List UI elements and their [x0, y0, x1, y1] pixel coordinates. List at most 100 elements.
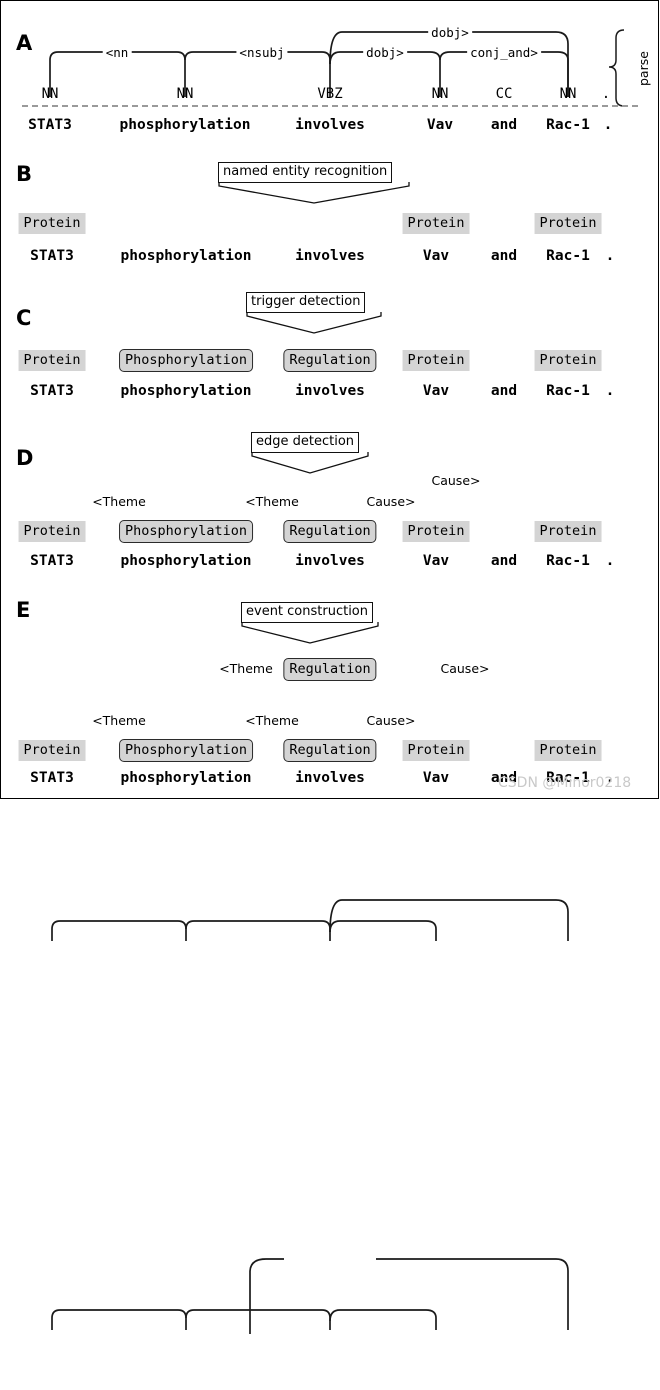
word-token: . [603, 117, 613, 133]
pos-tag: NN [41, 86, 59, 102]
word-token: phosphorylation [119, 117, 251, 133]
panel-b: B named entity recognition Protein Prote… [0, 150, 660, 280]
panel-d-arcs [51, 899, 569, 941]
word-token: Vav [426, 117, 454, 133]
panel-a: A <nn <nsubj dobj> conj_and> dobj> parse… [0, 0, 660, 150]
panel-c-word-row: STAT3 phosphorylation involves Vav and R… [0, 383, 660, 405]
word-token: and [490, 117, 518, 133]
arc-label-theme-event: <Theme [216, 662, 276, 675]
panel-d: D edge detection <Theme <Theme Cause> Ca… [0, 420, 660, 941]
process-label-edge[interactable]: edge detection [251, 430, 369, 474]
word-token: STAT3 [30, 383, 74, 399]
word-token: Rac-1 [546, 383, 590, 399]
panel-b-word-row: STAT3 phosphorylation involves Vav and R… [0, 248, 660, 270]
process-label-text: event construction [241, 602, 374, 623]
watermark: CSDN @Minor0218 [498, 775, 632, 791]
entity-tag[interactable]: Protein [534, 740, 602, 761]
process-label-event[interactable]: event construction [241, 600, 379, 644]
trigger-tag[interactable]: Regulation [283, 520, 377, 543]
word-token: STAT3 [28, 117, 72, 133]
arc-label-theme: <Theme [242, 714, 302, 727]
entity-tag[interactable]: Protein [402, 350, 470, 371]
pos-tag: . [601, 86, 611, 102]
word-token: . [605, 383, 615, 399]
word-token: . [605, 553, 615, 569]
entity-tag[interactable]: Protein [18, 213, 86, 234]
word-token: . [605, 248, 615, 264]
trigger-tag[interactable]: Phosphorylation [119, 520, 253, 543]
word-token: STAT3 [30, 553, 74, 569]
figure-canvas: A <nn <nsubj dobj> conj_and> dobj> parse… [0, 0, 660, 1334]
process-label-text: trigger detection [246, 292, 366, 313]
panel-a-divider [22, 105, 638, 107]
word-token: and [490, 553, 518, 569]
panel-d-letter: D [16, 446, 34, 470]
arc-label-nn: <nn [102, 46, 132, 59]
trigger-tag[interactable]: Regulation [283, 349, 377, 372]
process-arrow-icon [218, 182, 410, 204]
arc-label-cause: Cause> [363, 714, 419, 727]
entity-tag[interactable]: Protein [534, 213, 602, 234]
process-label-trigger[interactable]: trigger detection [246, 290, 382, 334]
entity-tag[interactable]: Protein [534, 350, 602, 371]
word-token: Vav [422, 383, 450, 399]
entity-tag[interactable]: Protein [18, 740, 86, 761]
word-token: phosphorylation [120, 553, 252, 569]
trigger-tag[interactable]: Phosphorylation [119, 739, 253, 762]
word-token: and [490, 248, 518, 264]
panel-b-letter: B [16, 162, 33, 186]
panel-d-word-row: STAT3 phosphorylation involves Vav and R… [0, 553, 660, 575]
panel-a-word-row: STAT3 phosphorylation involves Vav and R… [0, 117, 660, 139]
panel-c-tag-row: Protein Phosphorylation Regulation Prote… [0, 349, 660, 374]
panel-b-tag-row: Protein Protein Protein [0, 213, 660, 237]
word-token: phosphorylation [120, 248, 252, 264]
process-label-text: named entity recognition [218, 162, 393, 183]
panel-c: C trigger detection Protein Phosphorylat… [0, 280, 660, 420]
entity-tag[interactable]: Protein [18, 521, 86, 542]
process-label-ner[interactable]: named entity recognition [218, 160, 410, 204]
arc-label-conj-and: conj_and> [467, 46, 541, 59]
pos-tag: NN [431, 86, 449, 102]
pos-tag: CC [495, 86, 513, 102]
panel-c-letter: C [16, 306, 32, 330]
arc-label-theme: <Theme [89, 714, 149, 727]
entity-tag[interactable]: Protein [18, 350, 86, 371]
word-token: involves [295, 383, 365, 399]
word-token: Vav [422, 248, 450, 264]
word-token: Rac-1 [546, 248, 590, 264]
word-token: involves [295, 553, 365, 569]
panel-a-letter: A [16, 31, 33, 55]
word-token: Rac-1 [546, 117, 590, 133]
word-token: STAT3 [30, 248, 74, 264]
arc-label-theme: <Theme [242, 495, 302, 508]
word-token: phosphorylation [120, 770, 252, 786]
pos-tag: VBZ [317, 86, 343, 102]
panel-e-letter: E [16, 598, 31, 622]
arc-label-nsubj: <nsubj [236, 46, 288, 59]
word-token: involves [295, 248, 365, 264]
trigger-tag[interactable]: Phosphorylation [119, 349, 253, 372]
arc-label-cause: Cause> [428, 474, 484, 487]
event-node-regulation[interactable]: Regulation [283, 658, 377, 681]
arc-label-theme: <Theme [89, 495, 149, 508]
word-token: involves [295, 770, 365, 786]
process-arrow-icon [241, 622, 379, 644]
word-token: Rac-1 [546, 553, 590, 569]
word-token: STAT3 [30, 770, 74, 786]
entity-tag[interactable]: Protein [402, 521, 470, 542]
arc-label-dobj-short: dobj> [363, 46, 407, 59]
pos-tag: NN [176, 86, 194, 102]
trigger-tag[interactable]: Regulation [283, 739, 377, 762]
entity-tag[interactable]: Protein [534, 521, 602, 542]
arc-label-dobj-long: dobj> [428, 26, 472, 39]
entity-tag[interactable]: Protein [402, 740, 470, 761]
entity-tag[interactable]: Protein [402, 213, 470, 234]
process-label-text: edge detection [251, 432, 360, 453]
arc-label-cause: Cause> [363, 495, 419, 508]
panel-e-arcs [51, 1258, 569, 1334]
process-arrow-icon [251, 452, 369, 474]
panel-d-tag-row: Protein Phosphorylation Regulation Prote… [0, 520, 660, 545]
arc-label-cause-event: Cause> [437, 662, 493, 675]
pos-tag: NN [559, 86, 577, 102]
word-token: Vav [422, 770, 450, 786]
